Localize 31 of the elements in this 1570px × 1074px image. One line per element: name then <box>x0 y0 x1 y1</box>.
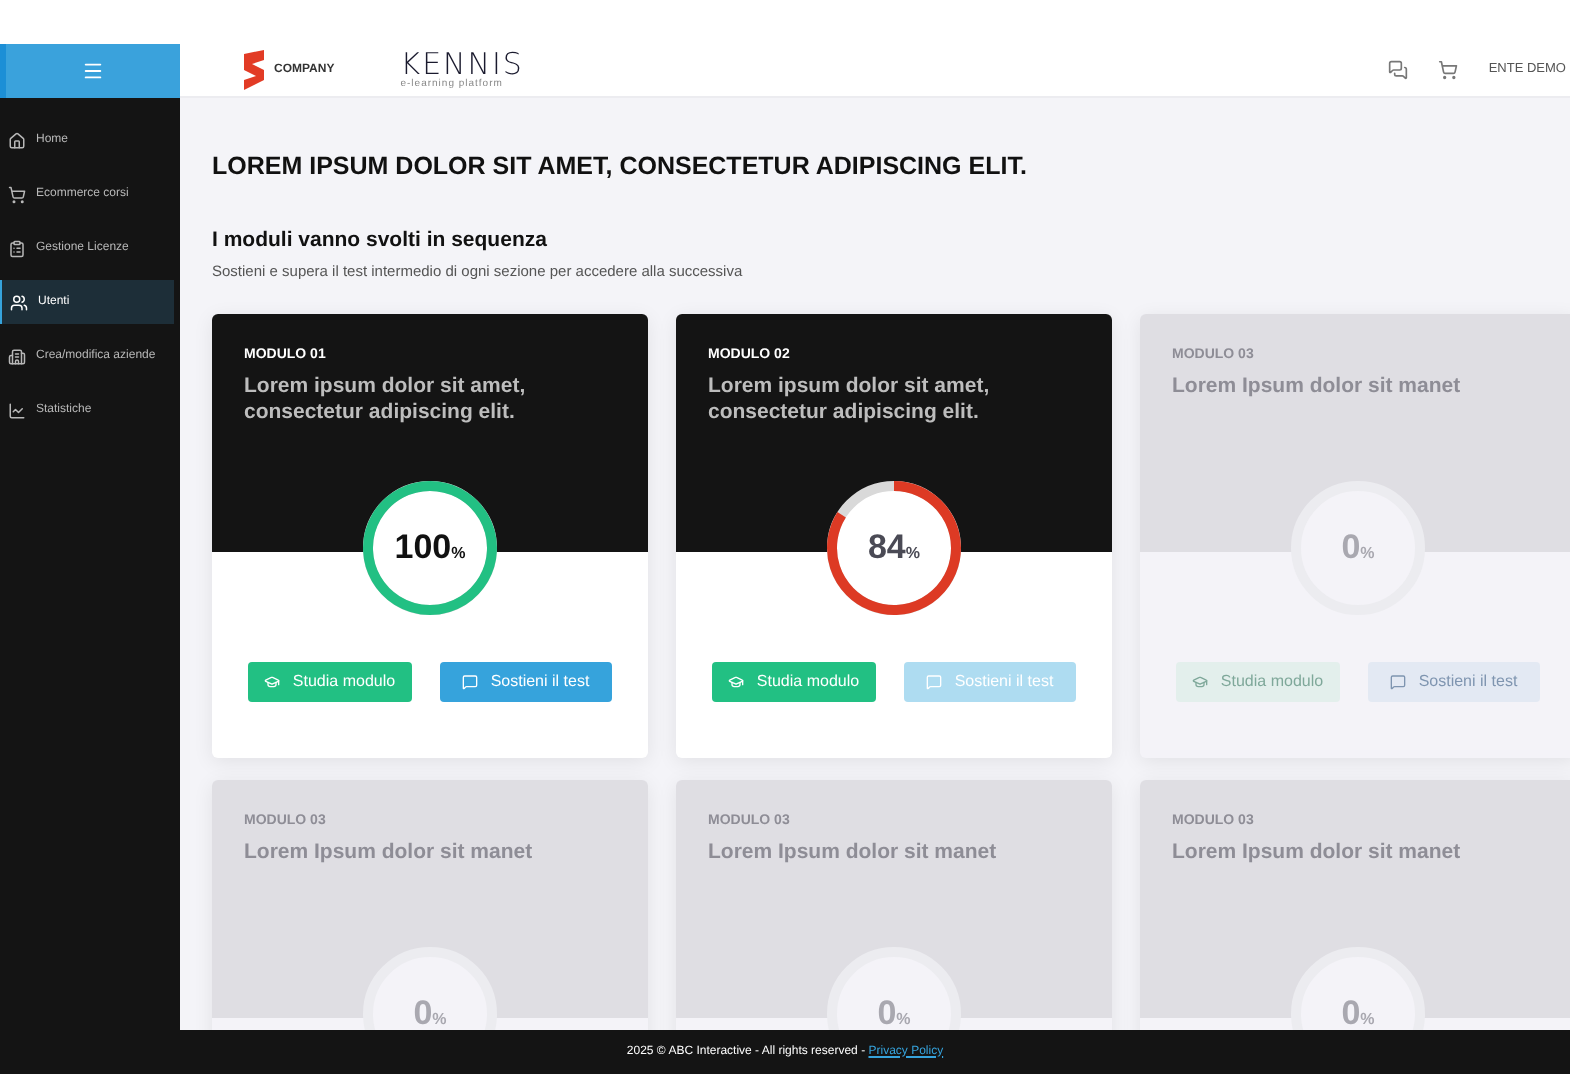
menu-icon <box>82 60 104 82</box>
building-icon <box>8 347 26 365</box>
clipboard-icon <box>8 239 26 257</box>
graduation-cap-icon <box>1192 673 1209 690</box>
module-title: Lorem Ipsum dolor sit manet <box>244 840 535 867</box>
graduation-cap-icon <box>264 673 281 690</box>
module-title: Lorem Ipsum dolor sit manet <box>708 840 999 867</box>
progress-percent: 0% <box>1341 526 1375 570</box>
chart-icon <box>8 401 26 419</box>
progress-percent: 0% <box>413 992 447 1030</box>
section-title: I moduli vanno svolti in sequenza <box>212 225 549 256</box>
home-icon <box>8 131 26 149</box>
progress-percent: 100% <box>394 526 466 570</box>
cart-icon[interactable] <box>1438 60 1459 80</box>
users-icon <box>10 293 28 311</box>
cart-icon <box>8 185 26 203</box>
chat-icon <box>1390 673 1407 690</box>
module-title: Lorem ipsum dolor sit amet, consectetur adipiscing elit. <box>708 374 992 427</box>
progress-percent: 84% <box>867 526 921 570</box>
menu-button[interactable] <box>82 60 104 82</box>
page-title: LOREM IPSUM DOLOR SIT AMET, CONSECTETUR ADIPISCING ELIT. <box>212 150 1029 184</box>
chat-icon <box>926 673 943 690</box>
module-title: Lorem ipsum dolor sit amet, consectetur adipiscing elit. <box>244 374 528 427</box>
progress-percent: 0% <box>877 992 911 1030</box>
module-title: Lorem Ipsum dolor sit manet <box>1172 374 1463 401</box>
chat-icon <box>462 673 479 690</box>
module-title: Lorem Ipsum dolor sit manet <box>1172 840 1463 867</box>
s-logo-icon <box>240 50 268 90</box>
progress-percent: 0% <box>1341 992 1375 1030</box>
chat-icon[interactable] <box>1388 60 1409 80</box>
graduation-cap-icon <box>728 673 745 690</box>
